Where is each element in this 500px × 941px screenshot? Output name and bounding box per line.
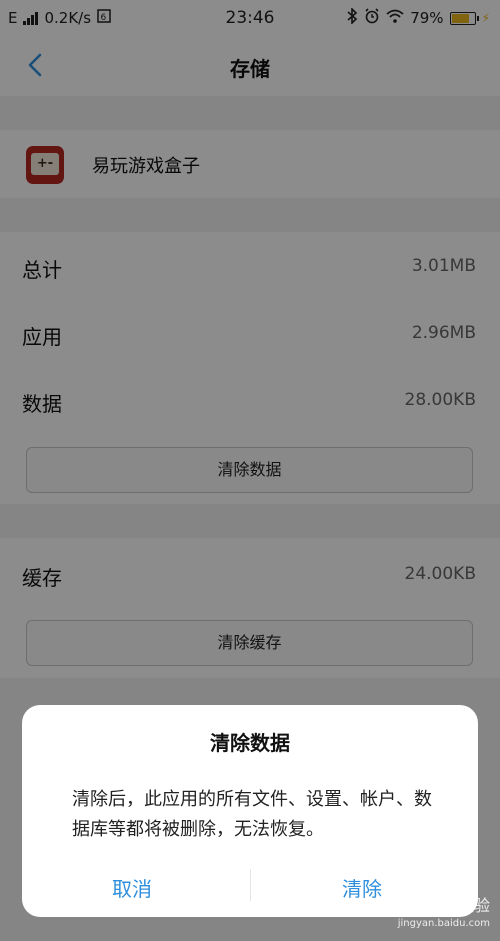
watermark-url: jingyan.baidu.com (397, 918, 490, 929)
watermark: Baidu经验 jingyan.baidu.com (398, 897, 490, 933)
confirm-clear-button[interactable]: 清除 (342, 873, 382, 902)
dialog-title: 清除数据 (210, 731, 290, 755)
dialog-message: 清除后，此应用的所有文件、设置、帐户、数据库等都将被删除，无法恢复。 (72, 789, 432, 840)
cancel-button[interactable]: 取消 (112, 873, 152, 902)
storage-page: E 0.2K/s 6 23:46 79% ⚡ 存储 +- 易玩游戏盒子 总计 3… (0, 0, 500, 941)
dialog-divider (250, 869, 251, 901)
clear-data-dialog: 清除数据 清除后，此应用的所有文件、设置、帐户、数据库等都将被删除，无法恢复。 … (22, 705, 478, 917)
watermark-text: Baidu经验 (412, 896, 490, 915)
